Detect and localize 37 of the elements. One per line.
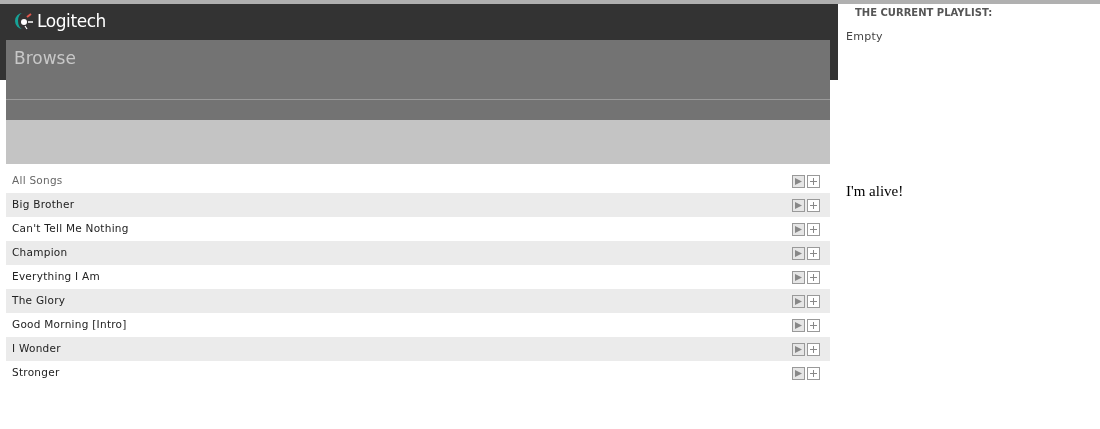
list-row[interactable]: Champion — [6, 241, 830, 265]
play-icon[interactable] — [792, 342, 805, 356]
add-icon[interactable] — [807, 366, 820, 380]
play-icon[interactable] — [792, 294, 805, 308]
list-row[interactable]: I Wonder — [6, 337, 830, 361]
logo-icon — [14, 13, 34, 31]
play-icon[interactable] — [792, 198, 805, 212]
add-icon[interactable] — [807, 318, 820, 332]
row-label: All Songs — [12, 173, 64, 189]
row-label: Can't Tell Me Nothing — [12, 221, 130, 237]
add-icon[interactable] — [807, 294, 820, 308]
playlist-status: Empty — [846, 29, 884, 45]
add-icon[interactable] — [807, 246, 820, 260]
row-label: Big Brother — [12, 197, 76, 213]
list-row[interactable]: The Glory — [6, 289, 830, 313]
add-icon[interactable] — [807, 222, 820, 236]
message-text: I'm alive! — [846, 181, 905, 201]
add-icon[interactable] — [807, 270, 820, 284]
list-row[interactable]: Big Brother — [6, 193, 830, 217]
add-icon[interactable] — [807, 198, 820, 212]
play-icon[interactable] — [792, 270, 805, 284]
play-icon[interactable] — [792, 246, 805, 260]
row-label: Good Morning [Intro] — [12, 317, 128, 333]
row-label: Stronger — [12, 365, 61, 381]
row-label: I Wonder — [12, 341, 62, 357]
row-label: Everything I Am — [12, 269, 101, 285]
section-title: Browse — [14, 48, 76, 68]
logo-text: Logitech — [37, 10, 106, 34]
play-icon[interactable] — [792, 222, 805, 236]
play-icon[interactable] — [792, 366, 805, 380]
playlist-title: THE CURRENT PLAYLIST: — [855, 6, 994, 20]
play-icon[interactable] — [792, 318, 805, 332]
add-icon[interactable] — [807, 174, 820, 188]
row-label: The Glory — [12, 293, 67, 309]
add-icon[interactable] — [807, 342, 820, 356]
row-label: Champion — [12, 245, 69, 261]
play-icon[interactable] — [792, 174, 805, 188]
